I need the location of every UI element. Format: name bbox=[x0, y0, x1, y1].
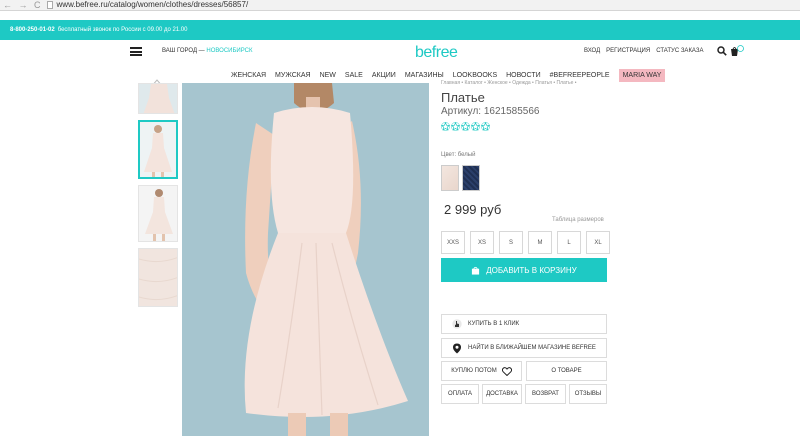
bag-icon bbox=[472, 266, 480, 275]
size-s[interactable]: S bbox=[499, 231, 523, 254]
page-icon bbox=[46, 1, 53, 9]
thumbnail-4[interactable] bbox=[138, 248, 178, 307]
login-link[interactable]: ВХОД bbox=[584, 48, 600, 54]
nav-item-women[interactable]: ЖЕНСКАЯ bbox=[231, 72, 266, 79]
product-article: Артикул: 1621585566 bbox=[441, 106, 540, 117]
color-swatch-white[interactable] bbox=[441, 165, 459, 191]
tab-delivery[interactable]: ДОСТАВКА bbox=[482, 384, 522, 404]
nav-item-promotions[interactable]: АКЦИИ bbox=[372, 72, 396, 79]
find-in-store-button[interactable]: НАЙТИ В БЛИЖАЙШЕМ МАГАЗИНЕ BEFREE bbox=[441, 338, 607, 358]
star-icon[interactable] bbox=[461, 122, 470, 131]
account-links: ВХОД РЕГИСТРАЦИЯ СТАТУС ЗАКАЗА bbox=[584, 48, 704, 54]
city-label: ВАШ ГОРОД — bbox=[162, 48, 205, 54]
info-tabs: ОПЛАТА ДОСТАВКА ВОЗВРАТ ОТЗЫВЫ bbox=[441, 384, 607, 404]
color-swatch-navy[interactable] bbox=[462, 165, 480, 191]
city-selector[interactable]: ВАШ ГОРОД — НОВОСИБИРСК bbox=[162, 48, 253, 54]
nav-item-new[interactable]: NEW bbox=[320, 72, 336, 79]
add-to-cart-button[interactable]: ДОБАВИТЬ В КОРЗИНУ bbox=[441, 258, 607, 282]
location-pin-icon bbox=[453, 343, 461, 353]
nav-item-lookbooks[interactable]: LOOKBOOKS bbox=[453, 72, 497, 79]
thumbnail-1[interactable] bbox=[138, 83, 178, 114]
add-to-cart-label: ДОБАВИТЬ В КОРЗИНУ bbox=[486, 265, 577, 275]
heart-icon bbox=[501, 366, 512, 376]
city-name[interactable]: НОВОСИБИРСК bbox=[206, 48, 252, 54]
buy-one-click-label: КУПИТЬ В 1 КЛИК bbox=[468, 321, 520, 327]
size-xs[interactable]: XS bbox=[470, 231, 494, 254]
tab-returns[interactable]: ВОЗВРАТ bbox=[525, 384, 566, 404]
nav-item-sale[interactable]: SALE bbox=[345, 72, 363, 79]
url-text[interactable]: www.befree.ru/catalog/women/clothes/dres… bbox=[57, 0, 249, 10]
thumbnail-3[interactable] bbox=[138, 185, 178, 242]
top-info-bar: 8-800-250-01-02 бесплатный звонок по Рос… bbox=[0, 20, 800, 40]
nav-item-news[interactable]: НОВОСТИ bbox=[506, 72, 541, 79]
nav-item-befreepeople[interactable]: #BEFREEPEOPLE bbox=[550, 72, 610, 79]
size-xl[interactable]: XL bbox=[586, 231, 610, 254]
search-icon[interactable] bbox=[717, 46, 727, 56]
rating[interactable] bbox=[441, 122, 490, 131]
about-product-button[interactable]: О ТОВАРЕ bbox=[526, 361, 607, 381]
nav-item-men[interactable]: МУЖСКАЯ bbox=[275, 72, 311, 79]
size-table-link[interactable]: Таблица размеров bbox=[552, 217, 604, 223]
buy-one-click-button[interactable]: КУПИТЬ В 1 КЛИК bbox=[441, 314, 607, 334]
cart-icon[interactable] bbox=[730, 45, 744, 57]
buy-later-button[interactable]: КУПЛЮ ПОТОМ bbox=[441, 361, 522, 381]
phone-number[interactable]: 8-800-250-01-02 bbox=[10, 27, 55, 33]
thumbnail-2[interactable] bbox=[138, 120, 178, 179]
star-icon[interactable] bbox=[481, 122, 490, 131]
browser-url-bar: ← → C www.befree.ru/catalog/women/clothe… bbox=[0, 0, 800, 11]
phone-note: бесплатный звонок по России с 09.00 до 2… bbox=[57, 27, 188, 33]
product-title: Платье bbox=[441, 90, 485, 105]
nav-item-maria-way[interactable]: MARIA WAY bbox=[618, 69, 666, 82]
order-status-link[interactable]: СТАТУС ЗАКАЗА bbox=[656, 48, 703, 54]
register-link[interactable]: РЕГИСТРАЦИЯ bbox=[606, 48, 650, 54]
tab-payment[interactable]: ОПЛАТА bbox=[441, 384, 479, 404]
buy-later-label: КУПЛЮ ПОТОМ bbox=[451, 368, 497, 374]
nav-item-stores[interactable]: МАГАЗИНЫ bbox=[405, 72, 444, 79]
menu-icon[interactable] bbox=[130, 47, 142, 56]
browser-nav-buttons[interactable]: ← → C bbox=[3, 0, 43, 10]
star-icon[interactable] bbox=[441, 122, 450, 131]
star-icon[interactable] bbox=[451, 122, 460, 131]
tab-reviews[interactable]: ОТЗЫВЫ bbox=[569, 384, 607, 404]
star-icon[interactable] bbox=[471, 122, 480, 131]
logo[interactable]: befree bbox=[415, 44, 458, 62]
product-price: 2 999 руб bbox=[444, 202, 502, 217]
hand-pointer-icon bbox=[452, 318, 462, 329]
size-m[interactable]: M bbox=[528, 231, 552, 254]
size-l[interactable]: L bbox=[557, 231, 581, 254]
breadcrumb[interactable]: Главная • Каталог • Женское • Одежда • П… bbox=[441, 80, 577, 86]
dress-illustration bbox=[182, 83, 429, 436]
size-xxs[interactable]: XXS bbox=[441, 231, 465, 254]
about-product-label: О ТОВАРЕ bbox=[551, 368, 582, 374]
find-in-store-label: НАЙТИ В БЛИЖАЙШЕМ МАГАЗИНЕ BEFREE bbox=[468, 345, 596, 351]
color-label: Цвет: белый bbox=[441, 152, 476, 158]
product-main-image[interactable] bbox=[182, 83, 429, 436]
size-selector: XXS XS S M L XL bbox=[441, 231, 610, 254]
